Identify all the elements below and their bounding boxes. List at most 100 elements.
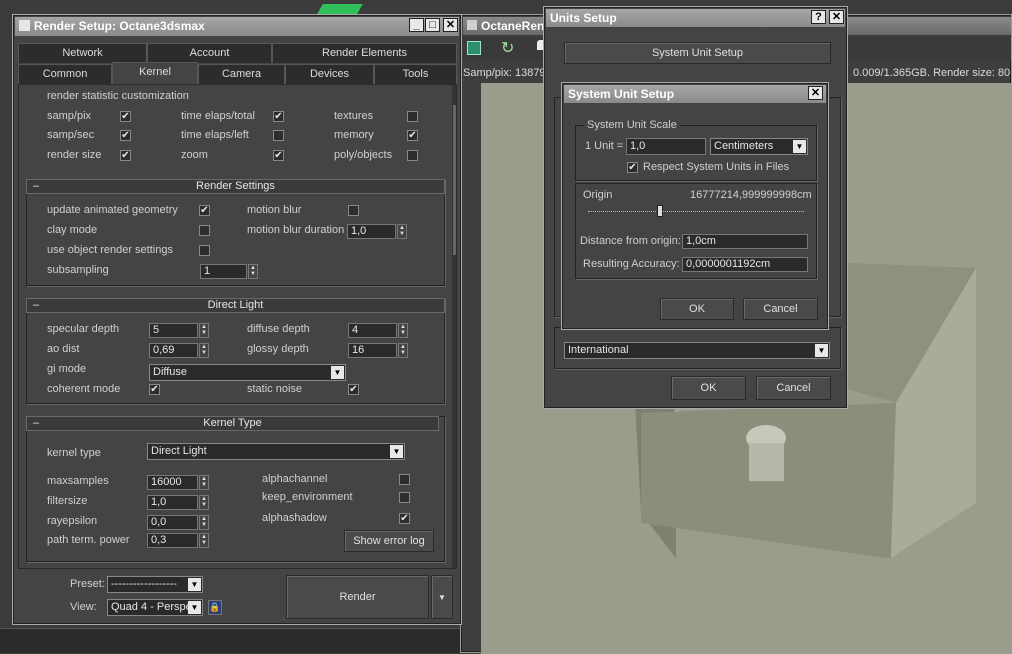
close-button[interactable]: ✕ <box>829 10 844 24</box>
chevron-down-icon[interactable]: ▼ <box>188 578 201 591</box>
stat-render-size-label: render size <box>47 149 102 161</box>
minimize-button[interactable]: _ <box>409 18 424 32</box>
clay-mode-checkbox[interactable] <box>199 225 210 236</box>
distance-from-origin-input[interactable]: 1,0cm <box>682 234 808 249</box>
preset-dropdown[interactable]: ------------------ ▼ <box>107 576 203 593</box>
stat-memory-checkbox[interactable]: ✔ <box>407 130 418 141</box>
diffuse-depth-spinner[interactable]: ▲ ▼ <box>398 323 408 338</box>
filtersize-input[interactable]: 1,0 <box>147 495 198 510</box>
stat-textures-checkbox[interactable] <box>407 111 418 122</box>
lighting-units-dropdown[interactable]: International ▼ <box>564 342 830 359</box>
render-settings-title: Render Settings <box>196 180 275 192</box>
direct-light-header[interactable]: – Direct Light <box>26 298 445 313</box>
motion-blur-duration-label: motion blur duration <box>247 224 345 236</box>
respect-system-units-checkbox[interactable]: ✔ <box>627 162 638 173</box>
rayepsilon-spinner[interactable]: ▲ ▼ <box>199 515 209 530</box>
diffuse-depth-input[interactable]: 4 <box>348 323 397 338</box>
scrollbar-thumb[interactable] <box>453 105 456 255</box>
chevron-down-icon: ▼ <box>438 593 446 602</box>
gi-mode-dropdown[interactable]: Diffuse ▼ <box>149 364 346 381</box>
close-button[interactable]: ✕ <box>808 86 823 100</box>
origin-slider-track[interactable] <box>588 211 804 213</box>
tab-tools[interactable]: Tools <box>374 64 457 84</box>
rayepsilon-label: rayepsilon <box>47 515 98 527</box>
chevron-down-icon[interactable]: ▼ <box>390 445 403 458</box>
glossy-depth-spinner[interactable]: ▲ ▼ <box>398 343 408 358</box>
alphashadow-checkbox[interactable]: ✔ <box>399 513 410 524</box>
tab-kernel[interactable]: Kernel <box>112 62 198 84</box>
view-label: View: <box>70 601 97 613</box>
use-object-render-settings-checkbox[interactable] <box>199 245 210 256</box>
subsampling-label: subsampling <box>47 264 109 276</box>
tab-common[interactable]: Common <box>18 64 112 84</box>
stat-zoom-checkbox[interactable]: ✔ <box>273 150 284 161</box>
subsampling-input[interactable]: 1 <box>200 264 247 279</box>
maximize-button[interactable]: □ <box>425 18 440 32</box>
motion-blur-duration-input[interactable]: 1,0 <box>347 224 396 239</box>
tab-render-elements[interactable]: Render Elements <box>272 43 457 63</box>
stat-render-size-checkbox[interactable]: ✔ <box>120 150 131 161</box>
update-animated-geometry-checkbox[interactable]: ✔ <box>199 205 210 216</box>
stat-time-elaps-total-label: time elaps/total <box>181 110 255 122</box>
view-dropdown[interactable]: Quad 4 - Perspe ▼ <box>107 599 203 616</box>
alphashadow-label: alphashadow <box>262 512 327 524</box>
units-ok-button[interactable]: OK <box>671 376 746 400</box>
origin-slider-handle[interactable] <box>657 205 663 217</box>
kernel-type-dropdown[interactable]: Direct Light ▼ <box>147 443 405 460</box>
maxsamples-input[interactable]: 16000 <box>147 475 198 490</box>
stat-samp-pix-checkbox[interactable]: ✔ <box>120 111 131 122</box>
tab-network[interactable]: Network <box>18 43 147 63</box>
keep-environment-checkbox[interactable] <box>399 492 410 503</box>
static-noise-checkbox[interactable]: ✔ <box>348 384 359 395</box>
close-button[interactable]: ✕ <box>443 18 458 32</box>
filtersize-spinner[interactable]: ▲ ▼ <box>199 495 209 510</box>
chevron-down-icon[interactable]: ▼ <box>815 344 828 357</box>
specular-depth-input[interactable]: 5 <box>149 323 198 338</box>
units-cancel-button[interactable]: Cancel <box>756 376 831 400</box>
render-button[interactable]: Render <box>286 575 429 619</box>
refresh-icon[interactable]: ↻ <box>501 38 514 58</box>
chevron-down-icon[interactable]: ▼ <box>793 140 806 153</box>
help-button[interactable]: ? <box>811 10 826 24</box>
render-options-button[interactable]: ▼ <box>431 575 453 619</box>
coherent-mode-checkbox[interactable]: ✔ <box>149 384 160 395</box>
tab-camera[interactable]: Camera <box>198 64 285 84</box>
stat-poly-objects-label: poly/objects <box>334 149 393 161</box>
glossy-depth-input[interactable]: 16 <box>348 343 397 358</box>
subsampling-spinner[interactable]: ▲ ▼ <box>248 264 258 279</box>
ao-dist-input[interactable]: 0,69 <box>149 343 198 358</box>
save-image-icon[interactable] <box>467 41 481 55</box>
unit-type-value: Centimeters <box>714 140 774 152</box>
tab-devices[interactable]: Devices <box>285 64 374 84</box>
lock-view-icon[interactable]: 🔒 <box>208 600 222 615</box>
motion-blur-duration-spinner[interactable]: ▲ ▼ <box>397 224 407 239</box>
system-cancel-button[interactable]: Cancel <box>743 298 818 320</box>
tab-account[interactable]: Account <box>147 43 272 63</box>
scrollbar[interactable] <box>452 85 456 568</box>
stat-time-elaps-total-checkbox[interactable]: ✔ <box>273 111 284 122</box>
motion-blur-checkbox[interactable] <box>348 205 359 216</box>
show-error-log-button[interactable]: Show error log <box>344 530 434 552</box>
path-term-power-input[interactable]: 0,3 <box>147 533 198 548</box>
path-term-power-spinner[interactable]: ▲ ▼ <box>199 533 209 548</box>
stat-samp-sec-label: samp/sec <box>47 129 95 141</box>
unit-value-input[interactable]: 1,0 <box>626 138 706 155</box>
kernel-type-title: Kernel Type <box>203 417 262 429</box>
system-ok-button[interactable]: OK <box>660 298 734 320</box>
stat-time-elaps-left-checkbox[interactable] <box>273 130 284 141</box>
alphachannel-checkbox[interactable] <box>399 474 410 485</box>
render-setup-window: Render Setup: Octane3dsmax _ □ ✕ Network… <box>12 14 462 625</box>
unit-type-dropdown[interactable]: Centimeters ▼ <box>710 138 808 155</box>
system-unit-setup-button[interactable]: System Unit Setup <box>564 42 831 64</box>
rayepsilon-input[interactable]: 0,0 <box>147 515 198 530</box>
render-settings-header[interactable]: – Render Settings <box>26 179 445 194</box>
specular-depth-spinner[interactable]: ▲ ▼ <box>199 323 209 338</box>
stat-samp-sec-checkbox[interactable]: ✔ <box>120 130 131 141</box>
kernel-type-header[interactable]: – Kernel Type <box>26 416 439 431</box>
stat-poly-objects-checkbox[interactable] <box>407 150 418 161</box>
maxsamples-spinner[interactable]: ▲ ▼ <box>199 475 209 490</box>
chevron-down-icon[interactable]: ▼ <box>331 366 344 379</box>
ao-dist-spinner[interactable]: ▲ ▼ <box>199 343 209 358</box>
chevron-down-icon[interactable]: ▼ <box>188 601 201 614</box>
resulting-accuracy-input[interactable]: 0,0000001192cm <box>682 257 808 272</box>
